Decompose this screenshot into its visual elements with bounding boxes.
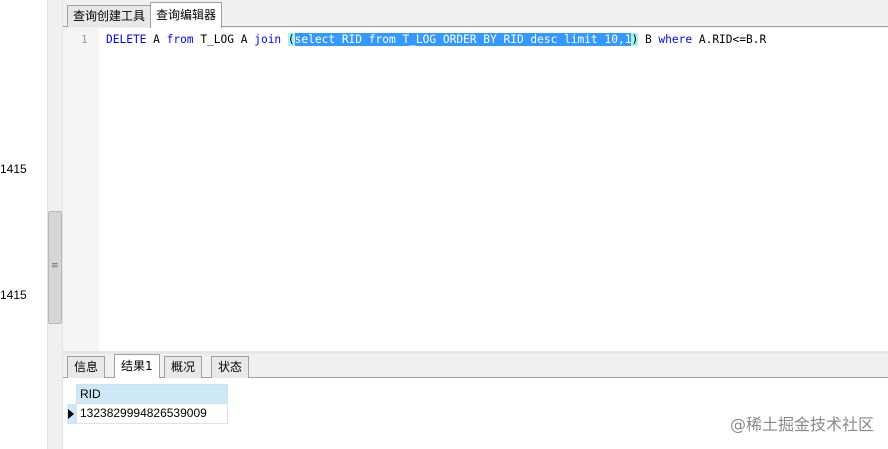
watermark: @稀土掘金技术社区 — [729, 415, 874, 434]
tab-query-editor[interactable]: 查询编辑器 — [150, 2, 223, 28]
code-text: T_LOG A — [193, 33, 255, 46]
tab-query-builder[interactable]: 查询创建工具 — [67, 5, 152, 27]
code-text: B — [638, 33, 659, 46]
grid-cell-rid[interactable]: 1323829994826539009 — [76, 404, 228, 424]
result-tabbar: 信息 结果1 概况 状态 — [63, 354, 888, 379]
tab-profile[interactable]: 概况 — [164, 356, 203, 378]
selected-subquery: select RID from T_LOG ORDER BY RID desc … — [294, 33, 632, 46]
open-paren-highlight: ( — [287, 33, 295, 46]
scrollbar-thumb[interactable]: ≡ — [48, 211, 62, 324]
left-row-value: 1415 — [0, 288, 27, 302]
tab-status[interactable]: 状态 — [211, 356, 250, 378]
line-gutter — [63, 28, 99, 351]
editor-tabbar: 查询创建工具 查询编辑器 — [63, 0, 888, 28]
current-row-arrow-icon — [68, 409, 74, 419]
left-panel: 1415 1415 — [0, 0, 47, 449]
keyword-from: from — [166, 33, 194, 46]
code-line[interactable]: DELETE A from T_LOG A join (select RID f… — [106, 33, 766, 47]
grip-icon: ≡ — [51, 261, 59, 271]
keyword-delete: DELETE — [106, 33, 147, 46]
column-header-rid[interactable]: RID — [76, 384, 228, 404]
code-text: A.RID<=B.R — [692, 33, 767, 46]
sql-code-editor[interactable]: 1 DELETE A from T_LOG A join (select RID… — [63, 28, 888, 351]
tab-result-1[interactable]: 结果1 — [114, 354, 160, 379]
left-row-value: 1415 — [0, 162, 27, 176]
line-number: 1 — [81, 33, 88, 46]
vertical-scrollbar[interactable]: ≡ — [47, 0, 63, 449]
code-text: A — [146, 33, 167, 46]
keyword-join: join — [254, 33, 282, 46]
keyword-where: where — [658, 33, 693, 46]
row-selector[interactable] — [67, 404, 76, 424]
tab-info[interactable]: 信息 — [67, 356, 106, 378]
query-editor-window: 查询创建工具 查询编辑器 1 DELETE A from T_LOG A joi… — [63, 0, 888, 449]
